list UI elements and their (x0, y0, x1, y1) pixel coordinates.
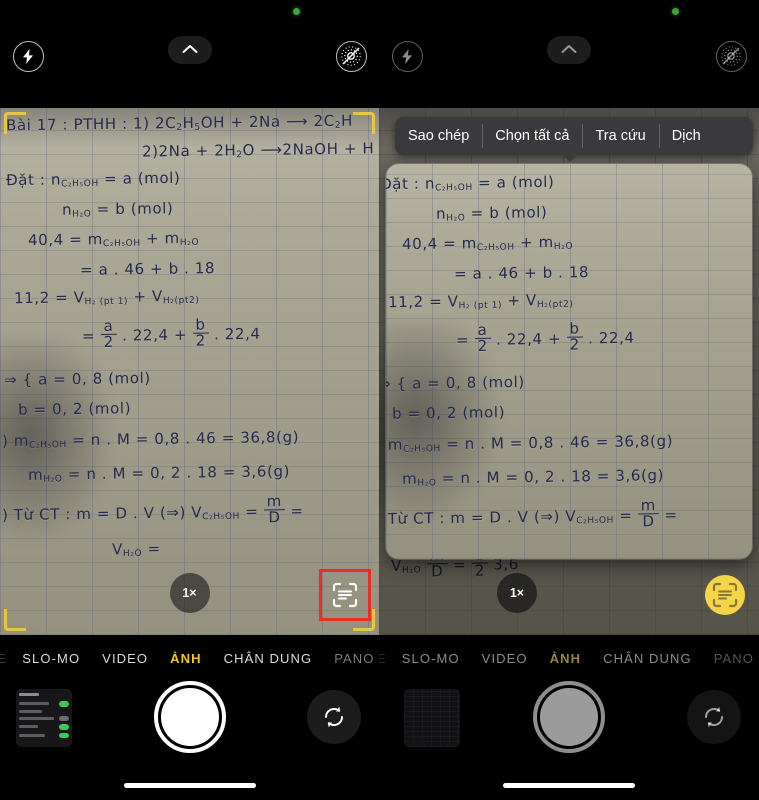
shutter-button-right[interactable] (533, 681, 605, 753)
privacy-indicator-dot (293, 8, 300, 15)
chevron-up-icon (182, 41, 198, 59)
live-text-button-right[interactable] (705, 575, 745, 615)
camera-bottom-bar-right: E SLO-MO VIDEO ẢNH CHÂN DUNG PANO (379, 635, 759, 800)
flash-bolt-icon (391, 40, 423, 72)
mode-chan-dung[interactable]: CHÂN DUNG (213, 651, 324, 666)
paper-top-shadow (0, 108, 379, 148)
thumbnail-note-photo (404, 689, 460, 747)
shutter-button[interactable] (153, 681, 226, 753)
chevron-up-icon (561, 41, 577, 59)
home-indicator-right (503, 783, 635, 788)
live-photo-off-icon (715, 40, 747, 72)
mode-pano-right[interactable]: PANO (703, 651, 759, 666)
more-options-button-right[interactable] (547, 36, 591, 64)
camera-mode-selector[interactable]: E SLO-MO VIDEO ẢNH CHÂN DUNG PANO (0, 647, 379, 669)
menu-item-look-up[interactable]: Tra cứu (582, 117, 658, 155)
camera-flip-icon (324, 706, 344, 728)
shutter-inner-circle (160, 688, 219, 746)
privacy-indicator-dot-right (672, 8, 679, 15)
menu-item-copy[interactable]: Sao chép (395, 117, 482, 155)
camera-bottom-bar: E SLO-MO VIDEO ẢNH CHÂN DUNG PANO (0, 635, 379, 800)
camera-viewfinder-right[interactable]: Bài 17 : PTHH : 1) 2C2H5OH + 2Na ⟶ 2C2H … (379, 108, 759, 635)
live-text-selection-card[interactable]: Bài 17 : PTHH : 1) 2C2H5OH + 2Na ⟶ 2C2H … (386, 164, 752, 559)
camera-mode-selector-right[interactable]: E SLO-MO VIDEO ẢNH CHÂN DUNG PANO (379, 647, 759, 669)
mode-chan-dung-right[interactable]: CHÂN DUNG (592, 651, 703, 666)
live-photo-button[interactable] (331, 36, 371, 76)
flash-bolt-icon (12, 40, 44, 72)
notebook-paper-background (0, 108, 379, 635)
flash-button[interactable] (8, 36, 48, 76)
flip-camera-button-right[interactable] (687, 690, 741, 744)
highlight-annotation-box (319, 569, 371, 621)
thumbnail-settings-screenshot (16, 689, 72, 747)
side-by-side-comparison: Bài 17 : PTHH : 1) 2C2H5OH + 2Na ⟶ 2C2H … (0, 0, 759, 800)
mode-slo-mo-right[interactable]: SLO-MO (391, 651, 471, 666)
camera-top-bar (0, 0, 379, 108)
mode-slo-mo[interactable]: SLO-MO (11, 651, 91, 666)
detection-bracket-bottom-left (4, 609, 26, 631)
mode-pano[interactable]: PANO (323, 651, 379, 666)
camera-screen-before: Bài 17 : PTHH : 1) 2C2H5OH + 2Na ⟶ 2C2H … (0, 0, 379, 800)
menu-item-select-all[interactable]: Chọn tất cả (482, 117, 582, 155)
photo-library-thumbnail[interactable] (16, 689, 72, 747)
text-selection-menu[interactable]: Sao chép Chọn tất cả Tra cứu Dịch (395, 117, 753, 155)
photo-library-thumbnail-right[interactable] (404, 689, 460, 747)
camera-flip-icon (704, 706, 724, 728)
detection-bracket-top-right (353, 112, 375, 134)
mode-anh[interactable]: ẢNH (159, 651, 212, 666)
home-indicator (123, 783, 256, 788)
mode-partial-left: E (0, 650, 8, 666)
live-text-scan-icon (712, 582, 738, 608)
zoom-level-button-right[interactable]: 1× (497, 573, 537, 613)
detection-bracket-top-left (4, 112, 26, 134)
zoom-level-button[interactable]: 1× (169, 573, 210, 613)
mode-partial-left-right: E (379, 650, 387, 666)
mode-video-right[interactable]: VIDEO (471, 651, 539, 666)
shutter-inner-circle (540, 688, 598, 746)
mode-video[interactable]: VIDEO (91, 651, 159, 666)
camera-screen-after: Bài 17 : PTHH : 1) 2C2H5OH + 2Na ⟶ 2C2H … (379, 0, 759, 800)
hand-shadow (386, 322, 506, 532)
hand-shadow (0, 339, 120, 550)
menu-item-translate[interactable]: Dịch (658, 117, 714, 155)
camera-top-bar-right (379, 0, 759, 108)
mode-anh-right[interactable]: ẢNH (539, 651, 592, 666)
live-photo-button-right[interactable] (711, 36, 751, 76)
flash-button-right[interactable] (387, 36, 427, 76)
more-options-button[interactable] (167, 36, 212, 64)
card-paper-background (386, 164, 752, 559)
flip-camera-button[interactable] (307, 690, 361, 744)
menu-pointer-arrow (561, 153, 579, 162)
camera-viewfinder[interactable]: Bài 17 : PTHH : 1) 2C2H5OH + 2Na ⟶ 2C2H … (0, 108, 379, 635)
live-photo-off-icon (335, 40, 367, 72)
